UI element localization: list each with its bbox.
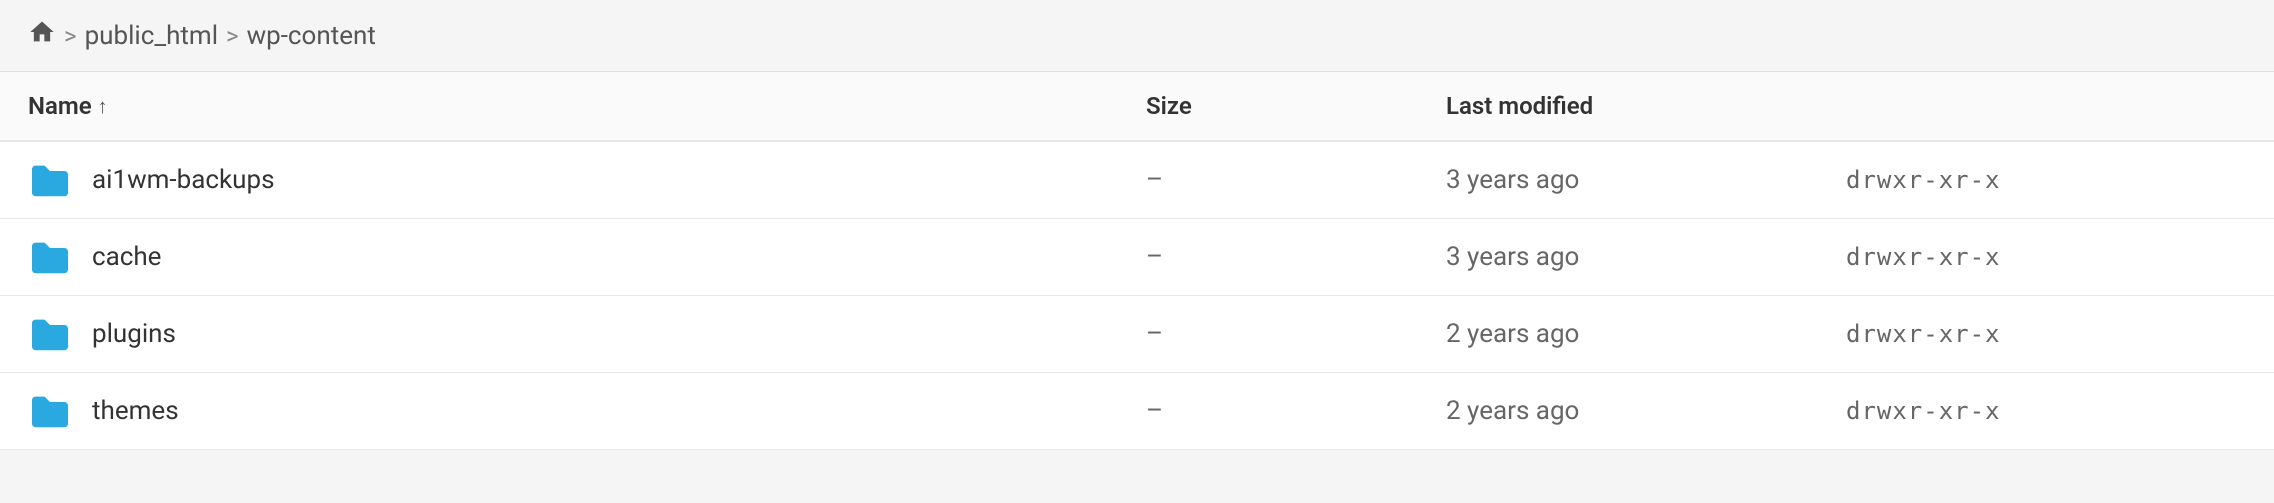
folder-icon bbox=[28, 162, 72, 198]
file-table: Name ↑ Size Last modified ai1wm-backups … bbox=[0, 72, 2274, 450]
name-cell: themes bbox=[28, 393, 1146, 429]
name-cell: plugins bbox=[28, 316, 1146, 352]
modified-cell: 3 years ago bbox=[1446, 165, 1846, 195]
column-header-name[interactable]: Name ↑ bbox=[28, 92, 1146, 120]
size-cell: – bbox=[1146, 242, 1446, 272]
permissions-cell: drwxr-xr-x bbox=[1846, 243, 2246, 271]
home-icon[interactable] bbox=[28, 18, 56, 53]
folder-icon bbox=[28, 239, 72, 275]
name-cell: cache bbox=[28, 239, 1146, 275]
table-row[interactable]: themes – 2 years ago drwxr-xr-x bbox=[0, 373, 2274, 450]
table-header: Name ↑ Size Last modified bbox=[0, 72, 2274, 142]
column-header-modified[interactable]: Last modified bbox=[1446, 92, 1846, 120]
breadcrumb-separator-1: > bbox=[64, 22, 77, 50]
breadcrumb-wp-content[interactable]: wp-content bbox=[247, 21, 376, 51]
column-header-size[interactable]: Size bbox=[1146, 92, 1446, 120]
modified-cell: 2 years ago bbox=[1446, 319, 1846, 349]
permissions-cell: drwxr-xr-x bbox=[1846, 397, 2246, 425]
size-cell: – bbox=[1146, 319, 1446, 349]
name-cell: ai1wm-backups bbox=[28, 162, 1146, 198]
sort-arrow-icon: ↑ bbox=[98, 94, 108, 119]
permissions-cell: drwxr-xr-x bbox=[1846, 320, 2246, 348]
size-cell: – bbox=[1146, 165, 1446, 195]
table-row[interactable]: cache – 3 years ago drwxr-xr-x bbox=[0, 219, 2274, 296]
modified-cell: 3 years ago bbox=[1446, 242, 1846, 272]
table-row[interactable]: plugins – 2 years ago drwxr-xr-x bbox=[0, 296, 2274, 373]
modified-cell: 2 years ago bbox=[1446, 396, 1846, 426]
breadcrumb-separator-2: > bbox=[226, 22, 239, 50]
file-name: ai1wm-backups bbox=[92, 165, 274, 195]
file-name: themes bbox=[92, 396, 179, 426]
breadcrumb-public-html[interactable]: public_html bbox=[85, 21, 218, 51]
breadcrumb: > public_html > wp-content bbox=[0, 0, 2274, 72]
file-name: cache bbox=[92, 242, 161, 272]
table-row[interactable]: ai1wm-backups – 3 years ago drwxr-xr-x bbox=[0, 142, 2274, 219]
permissions-cell: drwxr-xr-x bbox=[1846, 166, 2246, 194]
file-name: plugins bbox=[92, 319, 176, 349]
folder-icon bbox=[28, 393, 72, 429]
size-cell: – bbox=[1146, 396, 1446, 426]
folder-icon bbox=[28, 316, 72, 352]
column-header-permissions bbox=[1846, 92, 2246, 120]
